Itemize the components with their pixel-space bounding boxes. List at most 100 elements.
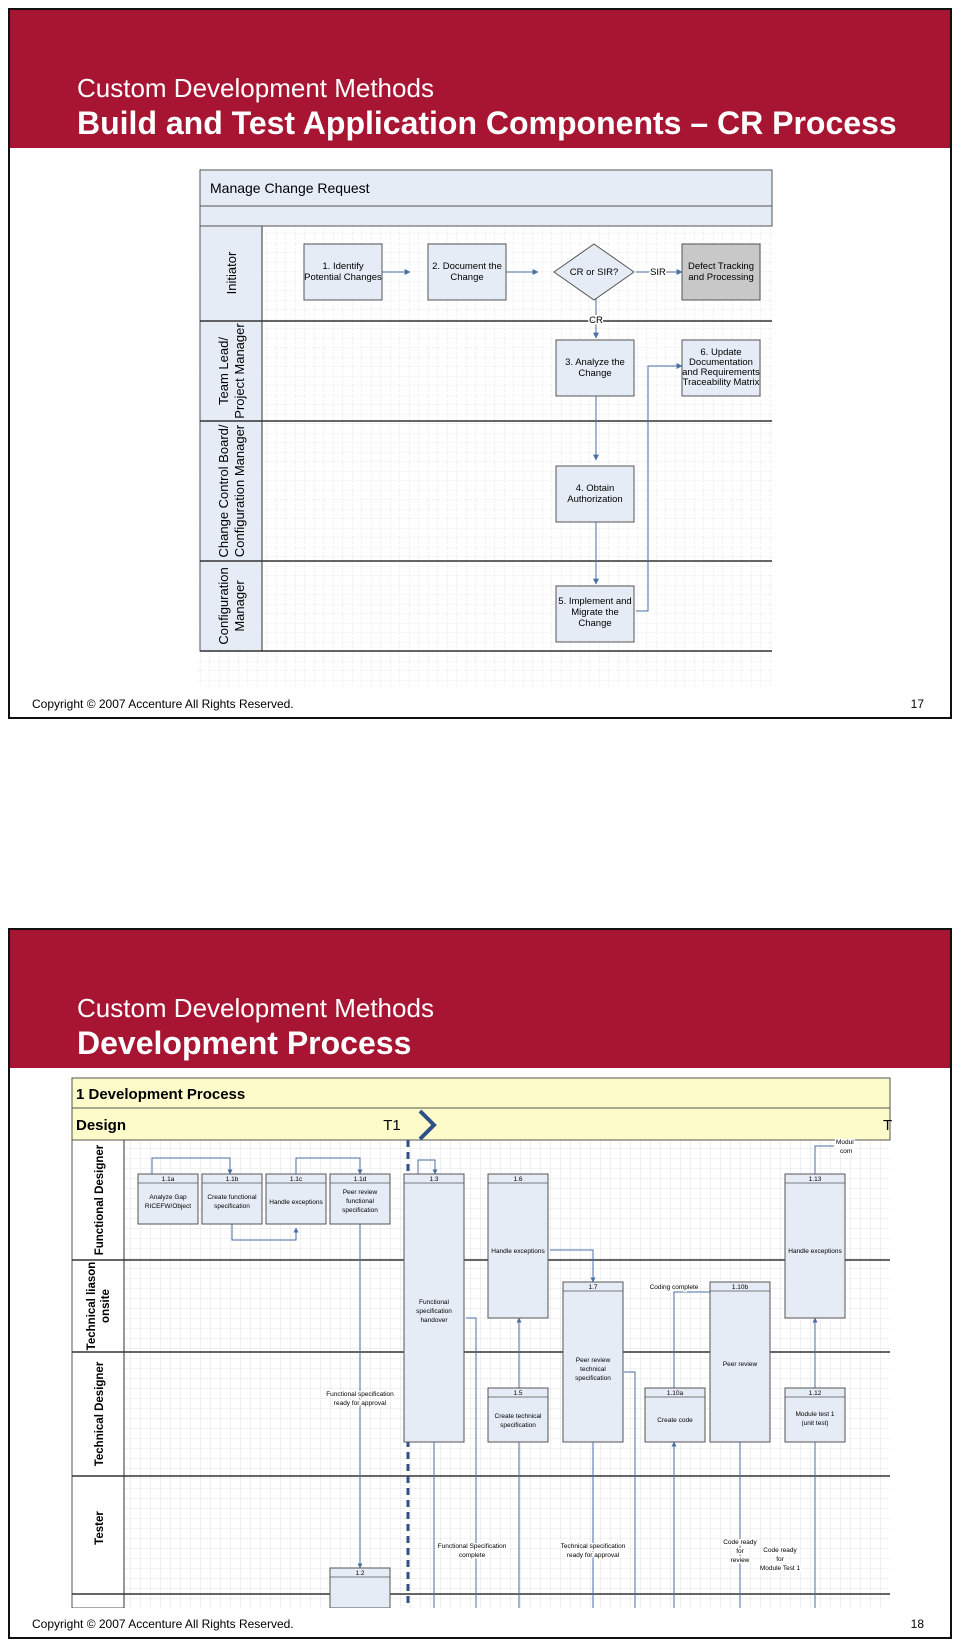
box-1-10a-create-code: 1.10a Create code [644,1387,706,1443]
svg-text:5. Implement and: 5. Implement and [558,596,631,607]
svg-text:1.3: 1.3 [429,1176,438,1183]
lane-initiator: Initiator [224,251,239,294]
step-obtain-authorization: 4. Obtain Authorization [555,465,635,523]
note-fs-complete-line2: complete [459,1552,486,1559]
svg-text:1.2: 1.2 [355,1570,364,1577]
note-fs-complete-line1: Functional Specification [438,1543,507,1550]
phase-bar [71,1107,891,1141]
svg-text:3. Analyze the: 3. Analyze the [565,357,625,368]
note-ts-ready-line1: Technical specification [561,1543,626,1550]
svg-text:and Processing: and Processing [688,272,753,283]
step-identify-changes: 1. Identify Potential Changes [303,243,383,301]
copyright: Copyright © 2007 Accenture All Rights Re… [32,697,294,711]
svg-text:Create technical: Create technical [495,1413,543,1420]
step-document-change: 2. Document the Change [427,243,507,301]
slide-title: Build and Test Application Components – … [77,105,897,141]
svg-text:Analyze Gap: Analyze Gap [149,1194,187,1201]
box-1-6-handle-exceptions: 1.6 Handle exceptions [487,1173,549,1319]
page-number: 17 [910,697,924,711]
slide-header: Custom Development Methods Build and Tes… [10,10,950,148]
note-coding-complete: Coding complete [650,1284,699,1291]
svg-text:Handle exceptions: Handle exceptions [491,1248,545,1255]
svg-text:RICEFW/Object: RICEFW/Object [145,1203,191,1210]
svg-text:Change: Change [578,618,611,629]
svg-text:functional: functional [346,1198,374,1205]
note-code-ready-test-line1: Code ready [763,1547,797,1554]
milestone-t-right: T [883,1117,892,1134]
slide-title: Development Process [77,1025,412,1061]
lane-liaison-line1: Technical liason [86,1262,98,1351]
box-1-12-module-test: 1.12 Module test 1 (unit test) [784,1387,846,1443]
svg-text:1.6: 1.6 [513,1176,522,1183]
slide-header: Custom Development Methods Development P… [10,930,950,1068]
box-1-1d-peer-review-functional-spec: 1.1d Peer review functional specificatio… [329,1173,391,1225]
svg-text:Peer review: Peer review [576,1357,611,1364]
note-fs-ready-line2: ready for approval [334,1400,387,1407]
svg-text:specification: specification [500,1422,536,1429]
slide-17: Custom Development Methods Build and Tes… [8,8,952,719]
lane-ccb-line2: Configuration Manager [232,424,247,557]
svg-text:specification: specification [416,1308,452,1315]
lane-functional-designer: Functional Designer [94,1144,106,1255]
step-update-documentation: 6. Update Documentation and Requirements… [681,339,761,397]
note-code-ready-review-line3: review [731,1557,750,1564]
svg-text:1.10a: 1.10a [667,1390,684,1397]
svg-text:Create code: Create code [657,1417,693,1424]
box-1-5-create-technical-spec: 1.5 Create technical specification [487,1387,549,1443]
note-module-line2: com [840,1148,852,1155]
copyright: Copyright © 2007 Accenture All Rights Re… [32,1617,294,1631]
svg-text:1.12: 1.12 [809,1390,822,1397]
page-number: 18 [910,1617,924,1631]
svg-text:Authorization: Authorization [567,494,622,505]
lane-team-lead-line1: Team Lead/ [216,337,231,405]
note-module-line1: Modul [836,1139,854,1146]
box-1-2: 1.2 [329,1567,391,1608]
step-analyze-change: 3. Analyze the Change [555,339,635,397]
svg-text:Handle exceptions: Handle exceptions [269,1199,323,1206]
lane-team-lead-line2: Project Manager [232,323,247,419]
svg-text:1.1a: 1.1a [162,1176,175,1183]
lane-tester: Tester [94,1511,106,1545]
box-1-1c-handle-exceptions: 1.1c Handle exceptions [265,1173,327,1225]
svg-text:(unit test): (unit test) [801,1420,828,1427]
lane-liaison-line2: onsite [100,1289,112,1323]
svg-text:specification: specification [575,1375,611,1382]
svg-text:Migrate the: Migrate the [571,607,619,618]
label-cr: CR [589,315,603,326]
label-sir: SIR [650,267,666,278]
note-fs-ready-line1: Functional specification [326,1391,394,1398]
svg-text:specification: specification [214,1203,250,1210]
phase-design: Design [76,1117,126,1134]
diagram-title: 1 Development Process [76,1086,245,1103]
box-1-10b-peer-review: 1.10b Peer review [709,1281,771,1443]
lane-ccb-line1: Change Control Board/ [216,424,231,557]
svg-text:1.10b: 1.10b [732,1284,749,1291]
slide-subtitle: Custom Development Methods [77,993,434,1023]
svg-text:CR or SIR?: CR or SIR? [570,267,619,278]
note-code-ready-review-line2: for [736,1548,744,1555]
lane-cm-line1: Configuration [216,567,231,644]
svg-text:handover: handover [420,1317,448,1324]
cr-process-diagram: Manage Change Request Initiator Team Lea… [196,168,773,688]
note-code-ready-review-line1: Code ready [723,1539,757,1546]
lane-technical-designer: Technical Designer [94,1361,106,1466]
box-1-13-handle-exceptions: 1.13 Handle exceptions [784,1173,846,1319]
svg-text:1.1b: 1.1b [226,1176,239,1183]
svg-text:Potential Changes: Potential Changes [304,272,382,283]
svg-text:Peer review: Peer review [723,1361,758,1368]
lane-cm-line2: Manager [232,580,247,632]
step-defect-tracking: Defect Tracking and Processing [681,243,761,301]
svg-text:Traceability Matrix: Traceability Matrix [683,377,760,388]
svg-text:Change: Change [450,272,483,283]
svg-text:1.5: 1.5 [513,1390,522,1397]
box-1-3-functional-spec-handover: 1.3 Functional specification handover [403,1173,465,1443]
svg-text:Module test 1: Module test 1 [795,1411,834,1418]
svg-text:Functional: Functional [419,1299,450,1306]
svg-text:1.7: 1.7 [588,1284,597,1291]
svg-text:Handle exceptions: Handle exceptions [788,1248,842,1255]
svg-text:1.1c: 1.1c [290,1176,303,1183]
svg-text:technical: technical [580,1366,606,1373]
diagram-title: Manage Change Request [210,180,370,196]
svg-text:2. Document the: 2. Document the [432,261,502,272]
svg-text:specification: specification [342,1207,378,1214]
